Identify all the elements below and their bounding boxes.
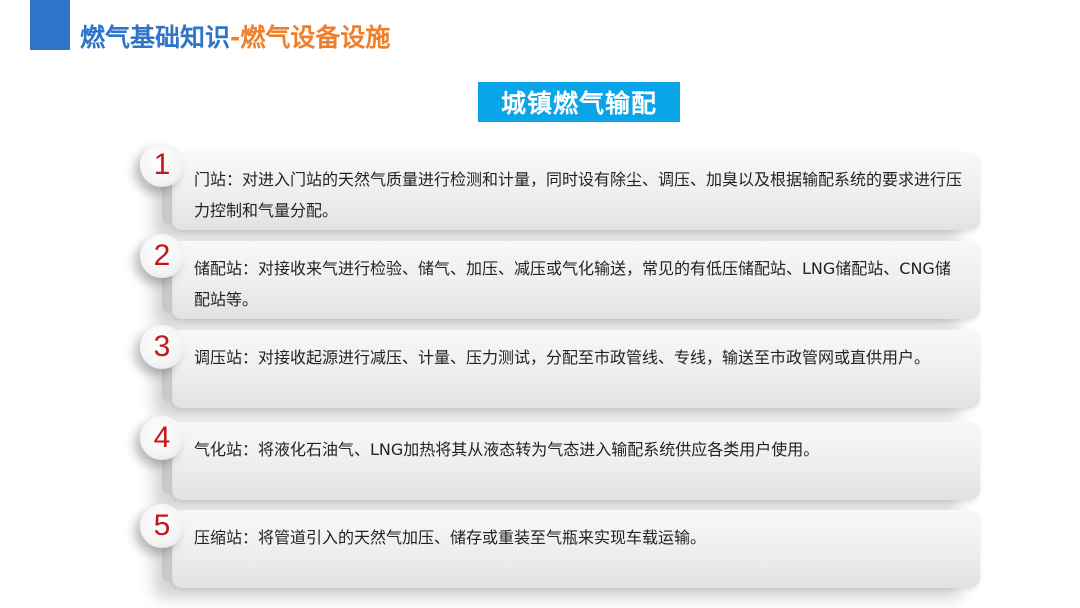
header-accent-bar bbox=[30, 0, 70, 50]
number-badge-2: 2 bbox=[140, 234, 184, 278]
list-item-3: 调压站：对接收起源进行减压、计量、压力测试，分配至市政管线、专线，输送至市政管网… bbox=[162, 330, 980, 408]
list-item-text: 调压站：对接收起源进行减压、计量、压力测试，分配至市政管线、专线，输送至市政管网… bbox=[194, 348, 931, 367]
list-item-text: 气化站：将液化石油气、LNG加热将其从液态转为气态进入输配系统供应各类用户使用。 bbox=[194, 440, 820, 459]
list-item-2: 储配站：对接收来气进行检验、储气、加压、减压或气化输送，常见的有低压储配站、LN… bbox=[162, 241, 980, 319]
list-item-5: 压缩站：将管道引入的天然气加压、储存或重装至气瓶来实现车载运输。 bbox=[162, 510, 980, 588]
page-title-main: 燃气基础知识 bbox=[80, 23, 231, 52]
page-title-separator: - bbox=[230, 23, 241, 52]
page-title: 燃气基础知识-燃气设备设施 bbox=[80, 18, 390, 54]
list-item-text: 门站：对进入门站的天然气质量进行检测和计量，同时设有除尘、调压、加臭以及根据输配… bbox=[194, 170, 963, 220]
list-item-text: 压缩站：将管道引入的天然气加压、储存或重装至气瓶来实现车载运输。 bbox=[194, 528, 707, 547]
page-title-sub: 燃气设备设施 bbox=[240, 23, 391, 52]
section-title: 城镇燃气输配 bbox=[478, 82, 680, 122]
number-badge-1: 1 bbox=[140, 143, 184, 187]
number-badge-3: 3 bbox=[140, 325, 184, 369]
list-item-4: 气化站：将液化石油气、LNG加热将其从液态转为气态进入输配系统供应各类用户使用。 bbox=[162, 422, 980, 500]
list-item-1: 门站：对进入门站的天然气质量进行检测和计量，同时设有除尘、调压、加臭以及根据输配… bbox=[162, 152, 980, 230]
number-badge-5: 5 bbox=[140, 504, 184, 548]
list-item-text: 储配站：对接收来气进行检验、储气、加压、减压或气化输送，常见的有低压储配站、LN… bbox=[194, 259, 951, 309]
number-badge-4: 4 bbox=[140, 416, 184, 460]
